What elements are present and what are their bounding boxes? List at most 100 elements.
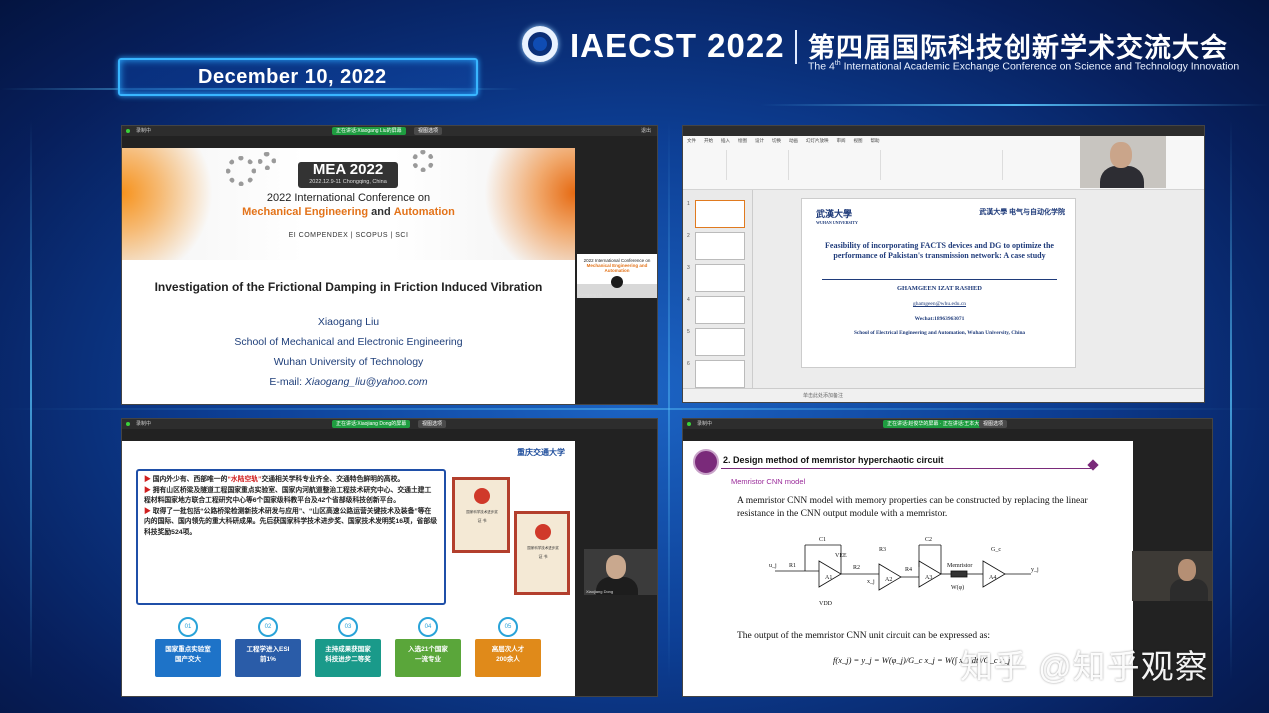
notes-placeholder[interactable]: 单击此处添加备注 xyxy=(803,392,843,399)
ribbon-tab[interactable]: 插入 xyxy=(721,138,730,143)
step-number: 01 xyxy=(178,617,198,637)
slide-thumbnails[interactable]: 1 2 3 4 5 6 xyxy=(683,190,753,388)
svg-text:R4: R4 xyxy=(905,567,912,573)
step-number: 02 xyxy=(258,617,278,637)
ribbon-tab[interactable]: 审阅 xyxy=(837,138,846,143)
mea-logo: MEA 2022 2022.12.9-11 Chongqing, China xyxy=(298,162,398,188)
ribbon-tab[interactable]: 幻灯片放映 xyxy=(806,138,829,143)
speaker-indicator: 正在讲话:Xiaogang Liu的屏幕 xyxy=(332,127,406,135)
banner-title: MEA 2022 xyxy=(312,161,384,178)
recording-dot-icon xyxy=(126,129,130,133)
svg-text:C2: C2 xyxy=(925,537,932,543)
gear-icon xyxy=(226,156,256,186)
meeting-toolbar: 录制中 正在讲话:Xiaogang Liu的屏幕 视图选项 退出 xyxy=(122,126,657,136)
svg-text:VDD: VDD xyxy=(819,601,833,607)
author-university: Wuhan University of Technology xyxy=(273,356,424,368)
presenter-name: GHAMGEEN IZAT RASHED xyxy=(897,285,982,292)
ribbon-group xyxy=(729,150,789,180)
ribbon-tab[interactable]: 视图 xyxy=(854,138,863,143)
view-options-button[interactable]: 视图选项 xyxy=(414,127,443,135)
slide-thumbnail[interactable]: 3 xyxy=(687,264,745,292)
banner-dates: 2022.12.9-11 Chongqing, China xyxy=(309,179,387,185)
conference-line2: Mechanical Engineering and Automation xyxy=(242,206,455,218)
exit-button[interactable]: 退出 xyxy=(641,127,651,135)
slide-thumbnail[interactable]: 5 xyxy=(687,328,745,356)
svg-text:R1: R1 xyxy=(789,563,796,569)
slide-thumbnail[interactable]: 6 xyxy=(687,360,745,388)
ribbon-tabs[interactable]: 文件 开始 插入 绘图 设计 切换 动画 幻灯片放映 审阅 视图 帮助 xyxy=(687,138,888,146)
ribbon-tab[interactable]: 设计 xyxy=(755,138,764,143)
emblem-icon xyxy=(535,524,551,540)
author-school: School of Mechanical and Electronic Engi… xyxy=(234,336,463,348)
wuhan-university-logo: 武漢大學 WUHAN UNIVERSITY xyxy=(816,209,858,225)
conference-banner: MEA 2022 2022.12.9-11 Chongqing, China 2… xyxy=(122,148,575,260)
view-options-button[interactable]: 视图选项 xyxy=(418,420,447,428)
svg-text:C1: C1 xyxy=(819,537,826,543)
speaker-indicator: 正在讲话:Xiaojiang Dong的屏幕 xyxy=(332,420,411,428)
slide-paragraph: A memristor CNN model with memory proper… xyxy=(737,496,1088,519)
speaker-name: Xiaojiang Dong xyxy=(586,589,614,594)
ribbon-group xyxy=(883,150,1003,180)
conference-short-name: IAECST 2022 xyxy=(570,27,785,64)
title-rule xyxy=(822,279,1057,280)
certificate-image: 国家科学技术进步奖 证 书 xyxy=(514,511,570,595)
certificate-title: 国家科学技术进步奖 xyxy=(527,546,559,550)
decor-line xyxy=(30,120,32,680)
title-slide: Investigation of the Frictional Damping … xyxy=(122,260,575,404)
svg-text:A2: A2 xyxy=(885,577,892,583)
view-options-button[interactable]: 视图选项 xyxy=(979,420,1008,428)
indexing-line: EI COMPENDEX | SCOPUS | SCI xyxy=(288,232,409,239)
certificate-label: 证 书 xyxy=(538,554,548,559)
speaker-avatar xyxy=(606,555,626,579)
ribbon-tab[interactable]: 文件 xyxy=(687,138,696,143)
speaker-avatar xyxy=(1110,142,1132,168)
speaker-thumbnail[interactable]: Xiaojiang Dong xyxy=(584,549,657,595)
university-slide: 重庆交通大学 ▶ 国内外少有、西部唯一的“水陆空轨”交通相关学科专业齐全、交通特… xyxy=(122,441,575,696)
video-panel-pptx[interactable]: 文件 开始 插入 绘图 设计 切换 动画 幻灯片放映 审阅 视图 帮助 1 2 3 4 5 6 武漢… xyxy=(682,125,1205,403)
video-panel-cqjtu[interactable]: 录制中 正在讲话:Xiaojiang Dong的屏幕 视图选项 重庆交通大学 ▶… xyxy=(121,418,658,697)
highlight-card: 主持成果获国家 科技进步二等奖 xyxy=(315,639,381,677)
speaker-avatar xyxy=(611,276,623,288)
video-panel-mea[interactable]: 录制中 正在讲话:Xiaogang Liu的屏幕 视图选项 退出 MEA 202… xyxy=(121,125,658,405)
recording-dot-icon xyxy=(126,422,130,426)
certificate-image: 国家科学技术进步奖 证 书 xyxy=(452,477,510,553)
slide-thumbnail[interactable]: 1 xyxy=(687,200,745,228)
ribbon-group xyxy=(791,150,881,180)
ribbon-tab[interactable]: 帮助 xyxy=(871,138,880,143)
svg-text:R3: R3 xyxy=(879,547,886,553)
gear-icon xyxy=(412,150,434,172)
presenter-email: ghamgeen@whu.edu.cn xyxy=(912,301,967,307)
slide-thumbnail[interactable]: 2 xyxy=(687,232,745,260)
status-bar: 单击此处添加备注 xyxy=(683,388,1204,402)
step-number: 05 xyxy=(498,617,518,637)
conference-line1: 2022 International Conference on xyxy=(266,192,431,204)
header-divider xyxy=(795,30,797,64)
slide-title: 2. Design method of memristor hyperchaot… xyxy=(723,455,944,465)
recording-label: 录制中 xyxy=(136,421,152,427)
school-logo: 武漢大學 电气与自动化学院 xyxy=(979,208,1065,216)
svg-text:W(φ): W(φ) xyxy=(951,584,964,591)
recording-label: 录制中 xyxy=(697,421,713,427)
step-number: 04 xyxy=(418,617,438,637)
certificate-label: 证 书 xyxy=(477,518,487,523)
bullet-2: ▶ 拥有山区桥梁及隧道工程国家重点实验室、国家内河航道整治工程技术研究中心、交通… xyxy=(144,486,432,505)
speaker-name: Xiaogang Liu xyxy=(579,292,603,297)
recording-dot-icon xyxy=(687,422,691,426)
slide-thumbnail[interactable]: 4 xyxy=(687,296,745,324)
speaker-thumbnail[interactable] xyxy=(1080,136,1166,188)
event-date: December 10, 2022 xyxy=(198,66,387,88)
speaker-thumbnail[interactable] xyxy=(1132,551,1212,601)
ribbon-group xyxy=(687,150,727,180)
speaker-thumbnail[interactable]: 2022 International Conference on Mechanic… xyxy=(577,254,657,298)
ribbon-tab[interactable]: 动画 xyxy=(789,138,798,143)
banner-decor xyxy=(465,148,575,260)
ribbon-tab[interactable]: 开始 xyxy=(704,138,713,143)
ribbon-tab[interactable]: 绘图 xyxy=(738,138,747,143)
svg-text:A4: A4 xyxy=(989,575,996,581)
decor-line xyxy=(668,120,670,680)
svg-text:A1: A1 xyxy=(825,575,832,581)
certificate-title: 国家科学技术进步奖 xyxy=(466,510,498,514)
svg-text:G_c: G_c xyxy=(991,547,1001,553)
window-titlebar xyxy=(683,126,1204,136)
ribbon-tab[interactable]: 切换 xyxy=(772,138,781,143)
